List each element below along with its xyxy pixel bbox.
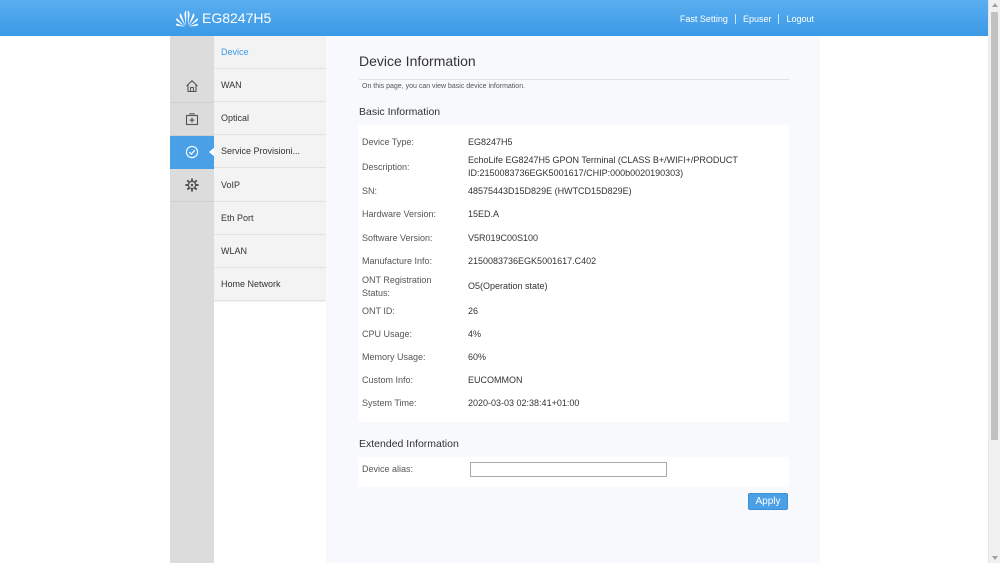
page-scrollbar[interactable] <box>988 0 1000 563</box>
gear-icon <box>185 178 199 192</box>
menu-item-wan[interactable]: WAN <box>214 69 326 102</box>
top-header-bar: EG8247H5 Fast Setting Epuser Logout <box>0 0 988 36</box>
nav-status[interactable] <box>170 136 215 169</box>
device-type-value: EG8247H5 <box>468 137 513 147</box>
first-aid-kit-icon <box>185 113 199 126</box>
menu-item-wlan[interactable]: WLAN <box>214 235 326 268</box>
huawei-logo-icon <box>175 10 199 27</box>
memory-usage-value: 60% <box>468 352 487 362</box>
scroll-thumb[interactable] <box>991 12 998 440</box>
home-icon <box>186 80 198 93</box>
extended-info-title: Extended Information <box>359 438 459 450</box>
basic-info-title: Basic Information <box>359 106 441 118</box>
check-circle-icon <box>185 145 199 159</box>
basic-info-table: Device Type: EG8247H5 Description: EchoL… <box>358 125 789 422</box>
menu-item-eth-port[interactable]: Eth Port <box>214 202 326 235</box>
menu-item-optical[interactable]: Optical <box>214 102 326 135</box>
apply-button[interactable]: Apply <box>748 493 788 510</box>
device-alias-label: Device alias: <box>362 464 414 474</box>
nav-diagnose[interactable] <box>170 103 214 136</box>
software-version-value: V5R019C00S100 <box>468 233 539 243</box>
sn-value: 48575443D15D829E (HWTCD15D829E) <box>468 186 632 196</box>
manufacture-info-label: Manufacture Info: <box>362 256 433 266</box>
scroll-down-arrow-icon[interactable] <box>992 556 998 560</box>
page-description: On this page, you can view basic device … <box>362 83 526 90</box>
hardware-version-value: 15ED.A <box>468 209 500 219</box>
ont-id-label: ONT ID: <box>362 306 395 316</box>
extended-info-form: Device alias: <box>358 457 789 487</box>
ont-registration-label-line2: Status: <box>362 288 391 298</box>
description-value-line1: EchoLife EG8247H5 GPON Terminal (CLASS B… <box>468 155 738 165</box>
software-version-label: Software Version: <box>362 233 433 243</box>
menu-item-home-network[interactable]: Home Network <box>214 268 326 301</box>
custom-info-value: EUCOMMON <box>468 375 523 385</box>
description-value-line2: ID:2150083736EGK5001617/CHIP:000b0020190… <box>468 168 684 178</box>
nav-settings[interactable] <box>170 169 214 202</box>
nav-home[interactable] <box>170 70 214 103</box>
device-type-label: Device Type: <box>362 137 414 147</box>
memory-usage-label: Memory Usage: <box>362 352 426 362</box>
cpu-usage-label: CPU Usage: <box>362 329 413 339</box>
page-title: Device Information <box>359 53 476 69</box>
manufacture-info-value: 2150083736EGK5001617.C402 <box>468 256 597 266</box>
system-time-value: 2020-03-03 02:38:41+01:00 <box>468 398 580 408</box>
sn-label: SN: <box>362 186 378 196</box>
link-divider <box>734 14 736 24</box>
content-panel: Device Information On this page, you can… <box>326 36 820 563</box>
cpu-usage-value: 4% <box>468 329 482 339</box>
menu-item-device[interactable]: Device <box>214 36 326 69</box>
custom-info-label: Custom Info: <box>362 375 414 385</box>
header-links: Fast Setting Epuser Logout <box>680 14 814 24</box>
device-alias-input[interactable] <box>470 462 667 477</box>
icon-nav-column <box>170 36 215 563</box>
description-label: Description: <box>362 162 410 172</box>
ont-registration-label-line1: ONT Registration <box>362 275 432 285</box>
menu-item-service-provisioning[interactable]: Service Provisioni... <box>214 135 326 168</box>
fast-setting-link[interactable]: Fast Setting <box>680 14 728 24</box>
ont-id-value: 26 <box>468 306 479 316</box>
submenu-column: Device WAN Optical Service Provisioni...… <box>214 36 326 302</box>
hardware-version-label: Hardware Version: <box>362 209 437 219</box>
system-time-label: System Time: <box>362 398 417 408</box>
product-name: EG8247H5 <box>202 10 272 26</box>
menu-item-voip[interactable]: VoIP <box>214 169 326 202</box>
logout-link[interactable]: Logout <box>786 14 814 24</box>
user-link[interactable]: Epuser <box>743 14 772 24</box>
ont-registration-value: O5(Operation state) <box>468 281 548 291</box>
title-divider <box>359 79 789 80</box>
scroll-up-arrow-icon[interactable] <box>992 3 998 7</box>
link-divider <box>778 14 780 24</box>
